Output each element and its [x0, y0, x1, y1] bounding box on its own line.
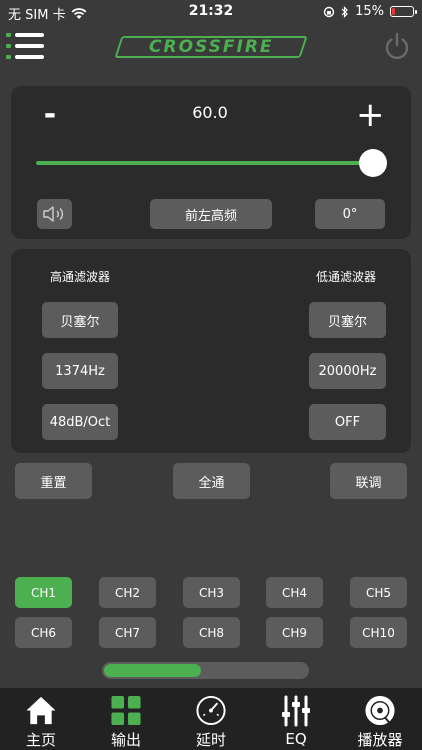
orientation-lock-icon: [323, 6, 335, 17]
bluetooth-icon: [341, 5, 348, 18]
battery-icon: [390, 6, 417, 17]
slider-thumb[interactable]: [359, 149, 387, 177]
reset-button[interactable]: 重置: [15, 463, 92, 499]
low-pass-title: 低通滤波器: [315, 270, 376, 284]
tab-bar: 主页 输出 延时 EQ 播放器: [0, 688, 422, 750]
tab-eq[interactable]: EQ: [261, 688, 331, 750]
crossfire-logo: CROSSFIRE: [114, 36, 308, 58]
channel-name-button[interactable]: 前左高频: [150, 199, 272, 229]
all-pass-button[interactable]: 全通: [173, 463, 250, 499]
progress-fill: [104, 664, 201, 677]
high-pass-frequency-button[interactable]: 1374Hz: [42, 353, 118, 389]
gain-minus-button[interactable]: -: [40, 95, 60, 135]
tab-label: 主页: [25, 731, 56, 749]
gain-value: 60.0: [192, 103, 228, 122]
equalizer-icon: [282, 695, 310, 727]
slider-track: [36, 161, 372, 165]
high-pass-title: 高通滤波器: [49, 270, 110, 284]
low-pass-frequency-button[interactable]: 20000Hz: [309, 353, 386, 389]
tab-label: EQ: [285, 730, 307, 748]
channel-button-ch4[interactable]: CH4: [266, 577, 323, 608]
high-pass-slope-button[interactable]: 48dB/Oct: [42, 404, 118, 440]
disc-icon: [365, 695, 395, 726]
tab-player[interactable]: 播放器: [345, 688, 415, 750]
channel-button-ch6[interactable]: CH6: [15, 617, 72, 648]
tab-label: 播放器: [357, 731, 403, 749]
menu-icon[interactable]: [6, 31, 44, 61]
tab-output[interactable]: 输出: [91, 688, 161, 750]
low-pass-type-button[interactable]: 贝塞尔: [309, 302, 386, 338]
high-pass-type-button[interactable]: 贝塞尔: [42, 302, 118, 338]
channel-button-ch2[interactable]: CH2: [99, 577, 156, 608]
channel-button-ch8[interactable]: CH8: [183, 617, 240, 648]
gain-plus-button[interactable]: +: [356, 95, 385, 135]
channel-button-ch10[interactable]: CH10: [350, 617, 407, 648]
channel-button-ch7[interactable]: CH7: [99, 617, 156, 648]
gain-slider[interactable]: [36, 148, 388, 178]
status-right: 15%: [323, 4, 417, 19]
tab-label: 输出: [110, 731, 141, 749]
tab-label: 延时: [195, 731, 226, 749]
speaker-icon: [42, 206, 63, 222]
channel-button-ch5[interactable]: CH5: [350, 577, 407, 608]
mute-button[interactable]: [37, 199, 72, 229]
power-icon[interactable]: [382, 31, 412, 61]
channel-button-ch9[interactable]: CH9: [266, 617, 323, 648]
tab-delay[interactable]: 延时: [176, 688, 246, 750]
logo-text: CROSSFIRE: [148, 37, 274, 57]
battery-percent: 15%: [355, 4, 384, 19]
battery-level: [392, 8, 395, 15]
link-button[interactable]: 联调: [330, 463, 407, 499]
channel-button-ch3[interactable]: CH3: [183, 577, 240, 608]
channel-button-ch1[interactable]: CH1: [15, 577, 72, 608]
status-bar: 无 SIM 卡 21:32 15%: [0, 0, 422, 24]
gauge-icon: [196, 695, 226, 726]
tab-home[interactable]: 主页: [6, 688, 76, 750]
progress-bar: [102, 662, 309, 679]
grid-icon: [111, 695, 141, 726]
phase-button[interactable]: 0°: [315, 199, 385, 229]
home-icon: [26, 696, 56, 725]
low-pass-slope-button[interactable]: OFF: [309, 404, 386, 440]
